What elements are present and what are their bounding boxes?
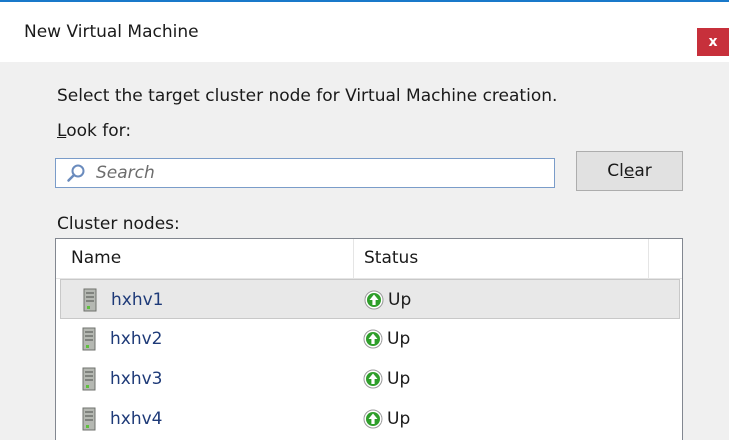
close-button[interactable]: x bbox=[697, 28, 729, 56]
column-separator[interactable] bbox=[353, 239, 354, 278]
up-arrow-icon bbox=[363, 369, 383, 389]
table-header: Name Status bbox=[56, 239, 682, 279]
table-row[interactable]: hxhv2 Up bbox=[56, 319, 682, 359]
node-status: Up bbox=[387, 369, 411, 389]
look-for-label-rest: ook for: bbox=[66, 121, 132, 141]
clear-label-pre: Cl bbox=[607, 161, 624, 181]
title-bar: New Virtual Machine x bbox=[0, 2, 729, 62]
node-status: Up bbox=[387, 409, 411, 429]
clear-button[interactable]: Clear bbox=[576, 151, 683, 191]
clear-label-post: ar bbox=[634, 161, 652, 181]
node-name: hxhv2 bbox=[110, 329, 163, 349]
cluster-nodes-table: Name Status hxhv1 Up hxhv2 Up hxhv3 Up h… bbox=[55, 238, 683, 440]
up-arrow-icon bbox=[363, 329, 383, 349]
node-name: hxhv3 bbox=[110, 369, 163, 389]
search-input[interactable] bbox=[96, 159, 536, 187]
look-for-label: Look for: bbox=[57, 121, 131, 141]
window-title: New Virtual Machine bbox=[24, 22, 199, 42]
table-row[interactable]: hxhv3 Up bbox=[56, 359, 682, 399]
search-icon bbox=[67, 164, 85, 182]
column-header-name[interactable]: Name bbox=[71, 239, 121, 278]
server-icon bbox=[82, 327, 96, 351]
close-icon: x bbox=[708, 34, 718, 50]
column-header-status[interactable]: Status bbox=[364, 239, 418, 278]
node-status: Up bbox=[387, 329, 411, 349]
node-name: hxhv4 bbox=[110, 409, 163, 429]
up-arrow-icon bbox=[363, 409, 383, 429]
node-status: Up bbox=[388, 290, 412, 310]
node-name: hxhv1 bbox=[111, 290, 164, 310]
up-arrow-icon bbox=[364, 290, 384, 310]
server-icon bbox=[82, 367, 96, 391]
cluster-nodes-label: Cluster nodes: bbox=[57, 214, 180, 234]
dialog-body: Select the target cluster node for Virtu… bbox=[0, 62, 729, 440]
server-icon bbox=[82, 407, 96, 431]
instruction-text: Select the target cluster node for Virtu… bbox=[57, 86, 558, 106]
table-row[interactable]: hxhv1 Up bbox=[60, 279, 680, 319]
column-separator[interactable] bbox=[648, 239, 649, 278]
search-box[interactable] bbox=[55, 158, 555, 188]
server-icon bbox=[83, 288, 97, 312]
table-row[interactable]: hxhv4 Up bbox=[56, 399, 682, 439]
clear-label-mnemonic: e bbox=[623, 161, 635, 181]
look-for-mnemonic: L bbox=[57, 121, 67, 141]
